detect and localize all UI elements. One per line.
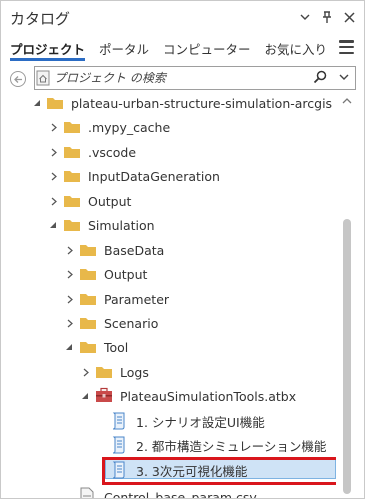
caret-expanded-icon[interactable] (32, 98, 42, 108)
tree-scrollbar[interactable] (338, 93, 356, 498)
tree-item-logs[interactable]: Logs (1, 360, 336, 384)
tree-item-script-2[interactable]: 2. 都市構造シミュレーション機能 (1, 433, 336, 457)
menu-icon[interactable] (339, 40, 354, 54)
pin-icon[interactable] (320, 9, 334, 25)
tree-item-label: Logs (120, 364, 149, 380)
caret-expanded-icon[interactable] (80, 391, 90, 401)
tab-computer[interactable]: コンピューター (163, 37, 251, 61)
highlight-box (102, 457, 336, 485)
folder-icon (64, 171, 80, 182)
folder-icon (64, 122, 80, 133)
tree-item-label: Output (88, 193, 132, 209)
tree-item-label: Output (104, 266, 148, 282)
tree-item-label: Scenario (104, 315, 159, 331)
caret-expanded-icon[interactable] (48, 220, 58, 230)
folder-icon (80, 245, 96, 256)
chevron-down-icon[interactable] (298, 9, 312, 25)
tree-item-label: .vscode (88, 144, 137, 160)
tree-item-input-data-generation[interactable]: InputDataGeneration (1, 164, 336, 188)
tree-item-label: PlateauSimulationTools.atbx (120, 388, 297, 404)
chevron-down-icon[interactable] (339, 72, 349, 82)
tree-item-sim-output[interactable]: Output (1, 262, 336, 286)
tree-item-simulation[interactable]: Simulation (1, 213, 336, 237)
tree-item-mypy-cache[interactable]: .mypy_cache (1, 115, 336, 139)
toolbox-icon (96, 387, 112, 402)
caret-collapsed-icon[interactable] (65, 294, 75, 304)
tree-item-parameter[interactable]: Parameter (1, 287, 336, 311)
tree-item-output[interactable]: Output (1, 189, 336, 213)
caret-collapsed-icon[interactable] (81, 367, 91, 377)
folder-icon (80, 269, 96, 280)
csv-file-icon (80, 487, 94, 498)
search-icon[interactable] (313, 70, 327, 84)
tree-item-script-1[interactable]: 1. シナリオ設定UI機能 (1, 409, 336, 433)
caret-collapsed-icon[interactable] (49, 122, 59, 132)
title-bar: カタログ (1, 1, 364, 35)
tree-item-label: Simulation (88, 217, 155, 233)
script-tool-icon (112, 436, 125, 454)
tab-portal[interactable]: ポータル (99, 37, 149, 61)
tree-item-label: 1. シナリオ設定UI機能 (136, 414, 265, 430)
back-button[interactable] (10, 71, 26, 87)
tree-item-label: InputDataGeneration (88, 168, 220, 184)
caret-collapsed-icon[interactable] (49, 196, 59, 206)
caret-collapsed-icon[interactable] (65, 245, 75, 255)
chevron-up-icon[interactable] (342, 97, 352, 105)
search-input[interactable] (54, 69, 324, 87)
folder-icon (47, 98, 63, 109)
search-box (34, 66, 356, 90)
caret-expanded-icon[interactable] (64, 342, 74, 352)
pane-title: カタログ (10, 10, 71, 28)
tree-item-label: Parameter (104, 291, 170, 307)
tree-item-label: Tool (104, 339, 129, 355)
title-bar-controls (298, 9, 356, 25)
tree-item-basedata[interactable]: BaseData (1, 238, 336, 262)
tree-item-control-csv[interactable]: Control_base_param.csv (1, 485, 336, 498)
caret-collapsed-icon[interactable] (49, 171, 59, 181)
tree-item-root[interactable]: plateau-urban-structure-simulation-arcgi… (1, 93, 336, 115)
folder-icon (64, 196, 80, 207)
scroll-thumb[interactable] (343, 219, 351, 494)
tree-item-label: BaseData (104, 242, 165, 258)
caret-collapsed-icon[interactable] (65, 318, 75, 328)
tab-favorites[interactable]: お気に入り (265, 37, 328, 61)
tree-item-label: plateau-urban-structure-simulation-arcgi… (71, 95, 333, 111)
tree-item-scenario[interactable]: Scenario (1, 311, 336, 335)
catalog-pane: カタログ プロジェクト ポータル コンピューター お気に入り プロジェクト の検… (0, 0, 365, 499)
tree-item-tool[interactable]: Tool (1, 335, 336, 359)
caret-collapsed-icon[interactable] (49, 147, 59, 157)
arrow-left-icon (13, 75, 22, 83)
folder-icon (64, 147, 80, 158)
folder-icon (96, 367, 112, 378)
script-tool-icon (112, 412, 125, 430)
folder-icon (64, 220, 80, 231)
tree-item-label: Control_base_param.csv (104, 489, 257, 499)
project-home-icon (36, 70, 50, 86)
tab-project[interactable]: プロジェクト (10, 37, 86, 61)
folder-icon (80, 318, 96, 329)
tree-item-toolbox[interactable]: PlateauSimulationTools.atbx (1, 384, 336, 408)
close-icon[interactable] (342, 9, 356, 25)
caret-collapsed-icon[interactable] (65, 269, 75, 279)
folder-icon (80, 294, 96, 305)
catalog-tabs: プロジェクト ポータル コンピューター お気に入り (10, 37, 327, 63)
tree-item-label: .mypy_cache (88, 119, 171, 135)
tree-item-vscode[interactable]: .vscode (1, 140, 336, 164)
folder-icon (80, 342, 96, 353)
tree-item-label: 2. 都市構造シミュレーション機能 (136, 438, 327, 454)
catalog-tree: plateau-urban-structure-simulation-arcgi… (1, 93, 336, 498)
